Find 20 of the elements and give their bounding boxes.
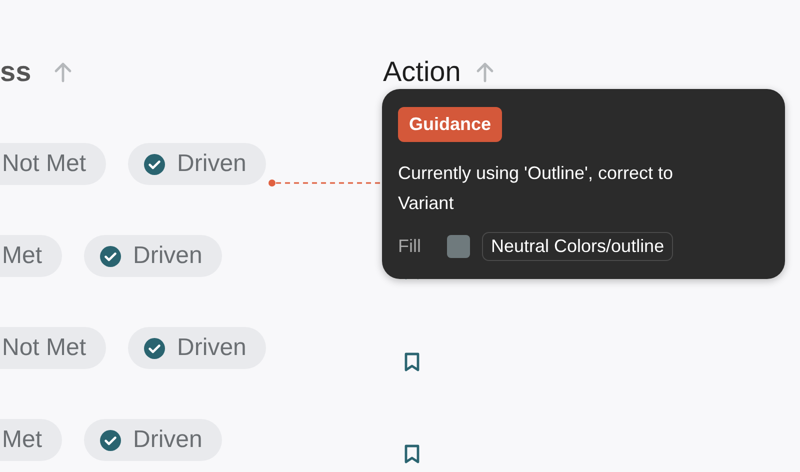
bookmark-icon[interactable] bbox=[404, 444, 420, 464]
check-circle-icon bbox=[100, 430, 122, 450]
check-circle-icon bbox=[100, 246, 122, 266]
column-header: ss bbox=[0, 57, 32, 87]
status-pill: Not Met bbox=[0, 143, 106, 185]
check-circle-icon bbox=[144, 154, 166, 174]
bookmark-icon[interactable] bbox=[404, 352, 420, 372]
column-header: Action bbox=[383, 57, 461, 87]
guidance-message: Currently using 'Outline', correct to Variant bbox=[398, 162, 674, 215]
driven-tag: Driven bbox=[84, 235, 222, 277]
check-circle-icon bbox=[144, 338, 166, 358]
status-pill: Met bbox=[0, 235, 62, 277]
property-label: Fill bbox=[398, 236, 422, 257]
status-pill: Not Met bbox=[0, 327, 106, 369]
driven-tag: Driven bbox=[128, 327, 266, 369]
driven-tag: Driven bbox=[84, 419, 222, 461]
status-pill: Met bbox=[0, 419, 62, 461]
driven-tag: Driven bbox=[128, 143, 266, 185]
token-name: Neutral Colors/outline bbox=[482, 232, 674, 261]
guidance-tag: Guidance bbox=[398, 107, 502, 142]
